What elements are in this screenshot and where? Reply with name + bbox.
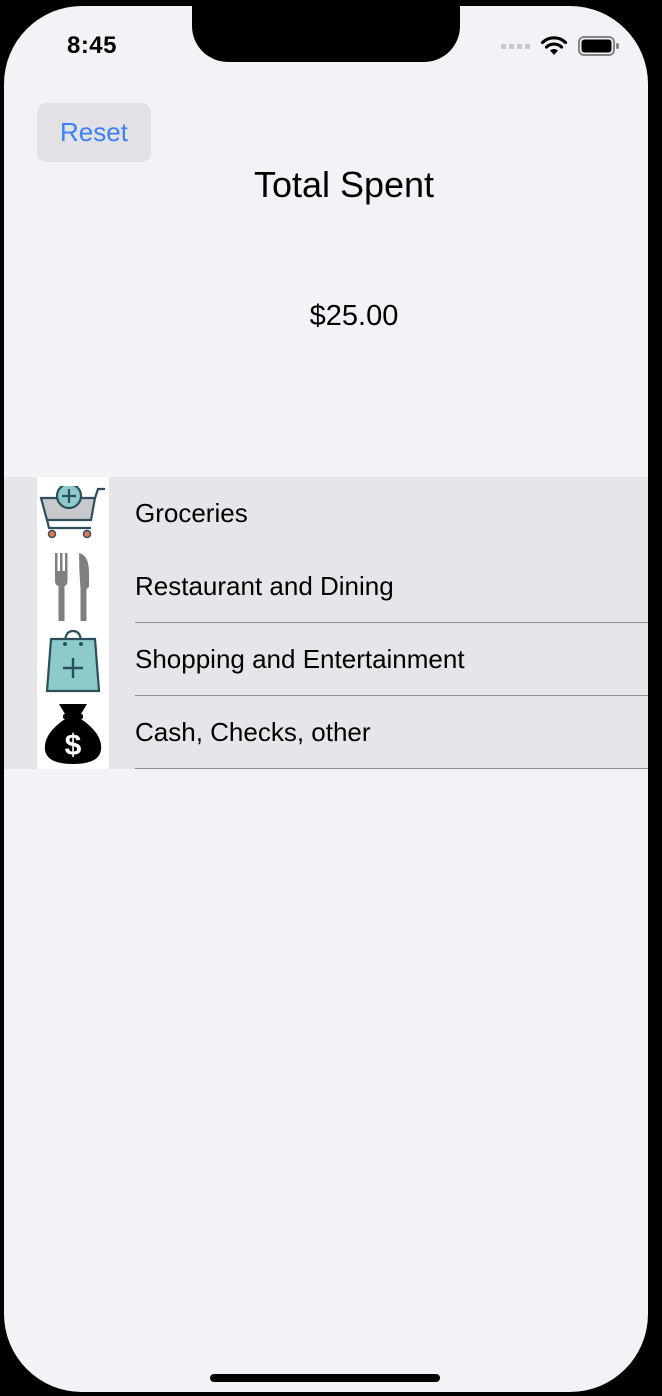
category-row-shopping[interactable]: Shopping and Entertainment [4, 623, 648, 696]
category-row-cash[interactable]: $ Cash, Checks, other [4, 696, 648, 769]
money-bag-icon: $ [37, 696, 109, 769]
total-spent-amount: $25.00 [309, 300, 399, 332]
device-frame: 8:45 Reset Total Spent $25.00 Groceries … [0, 0, 662, 1396]
row-divider [135, 768, 648, 769]
shopping-bag-add-icon [37, 623, 109, 696]
category-label: Shopping and Entertainment [135, 644, 465, 674]
cellular-signal-icon [501, 43, 530, 49]
svg-text:$: $ [65, 729, 82, 762]
category-label: Restaurant and Dining [135, 571, 394, 601]
app-screen: 8:45 Reset Total Spent $25.00 Groceries … [4, 6, 648, 1392]
wifi-icon [540, 36, 568, 55]
fork-knife-icon [37, 550, 109, 623]
category-label: Cash, Checks, other [135, 717, 371, 747]
home-indicator[interactable] [210, 1374, 440, 1382]
reset-button[interactable]: Reset [37, 103, 151, 162]
status-icons [501, 36, 620, 56]
battery-icon [578, 36, 619, 56]
status-time: 8:45 [66, 32, 118, 59]
device-notch [192, 6, 460, 62]
category-row-restaurant[interactable]: Restaurant and Dining [4, 550, 648, 623]
category-list: Groceries Restaurant and Dining Shopping… [4, 477, 648, 769]
category-label: Groceries [135, 498, 248, 528]
category-row-groceries[interactable]: Groceries [4, 477, 648, 550]
shopping-cart-add-icon [37, 477, 109, 550]
page-title: Total Spent [253, 164, 435, 205]
